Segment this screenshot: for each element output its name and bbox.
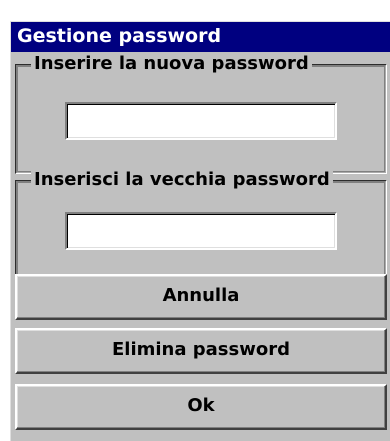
delete-password-button[interactable]: Elimina password xyxy=(15,328,387,374)
cancel-button[interactable]: Annulla xyxy=(15,274,387,320)
dialog-title: Gestione password xyxy=(11,22,390,52)
old-password-group: Inserisci la vecchia password xyxy=(15,169,387,284)
password-dialog: Gestione password Inserire la nuova pass… xyxy=(10,21,390,441)
old-password-label: Inserisci la vecchia password xyxy=(31,169,333,191)
old-password-input[interactable] xyxy=(65,212,337,250)
new-password-group: Inserire la nuova password xyxy=(15,53,387,174)
new-password-label: Inserire la nuova password xyxy=(31,53,312,75)
ok-button[interactable]: Ok xyxy=(15,384,387,430)
new-password-input[interactable] xyxy=(65,102,337,140)
